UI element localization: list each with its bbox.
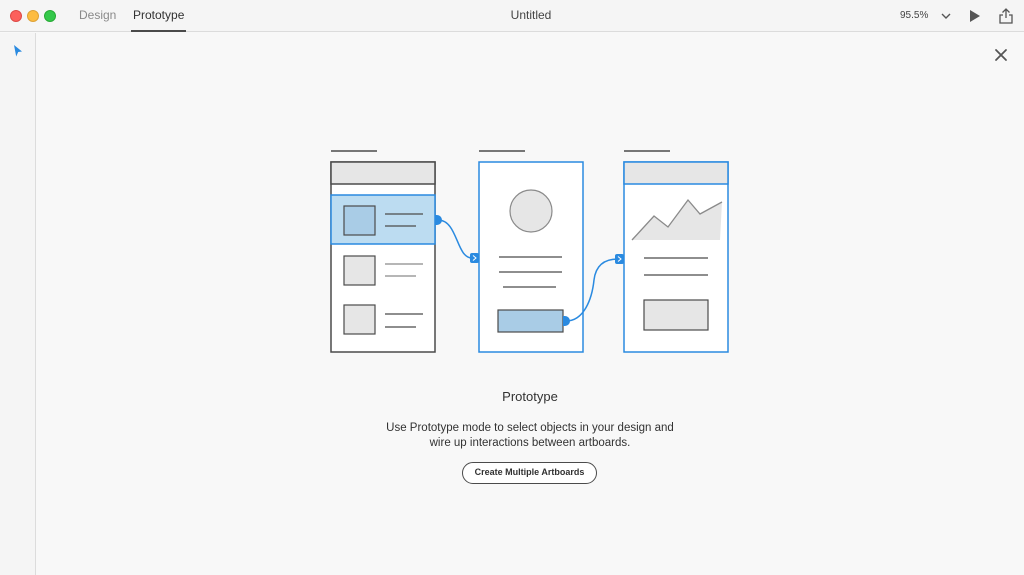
interaction-wire-1 [435, 215, 479, 263]
artboard-list-wireframe [330, 161, 436, 353]
description-line: wire up interactions between artboards. [429, 437, 631, 449]
play-icon[interactable] [967, 9, 983, 23]
select-arrow-icon[interactable] [12, 44, 24, 58]
description-line: Use Prototype mode to select objects in … [386, 422, 674, 434]
panel-heading: Prototype [502, 389, 558, 404]
prototype-illustration [330, 150, 729, 353]
panel-description: Use Prototype mode to select objects in … [330, 421, 730, 451]
create-multiple-artboards-button[interactable]: Create Multiple Artboards [462, 462, 597, 484]
close-icon[interactable] [993, 47, 1009, 63]
tab-prototype[interactable]: Prototype [130, 0, 187, 32]
tool-sidebar [0, 33, 36, 575]
chevron-down-icon[interactable] [940, 10, 952, 22]
share-icon[interactable] [997, 7, 1015, 25]
window-close-button[interactable] [10, 10, 22, 22]
zoom-level[interactable]: 95.5% [900, 0, 928, 32]
tab-design[interactable]: Design [79, 0, 116, 32]
title-bar: Design Prototype Untitled 95.5% [0, 0, 1024, 32]
window-zoom-button[interactable] [44, 10, 56, 22]
window-minimize-button[interactable] [27, 10, 39, 22]
artboard-chart-wireframe [623, 161, 729, 353]
